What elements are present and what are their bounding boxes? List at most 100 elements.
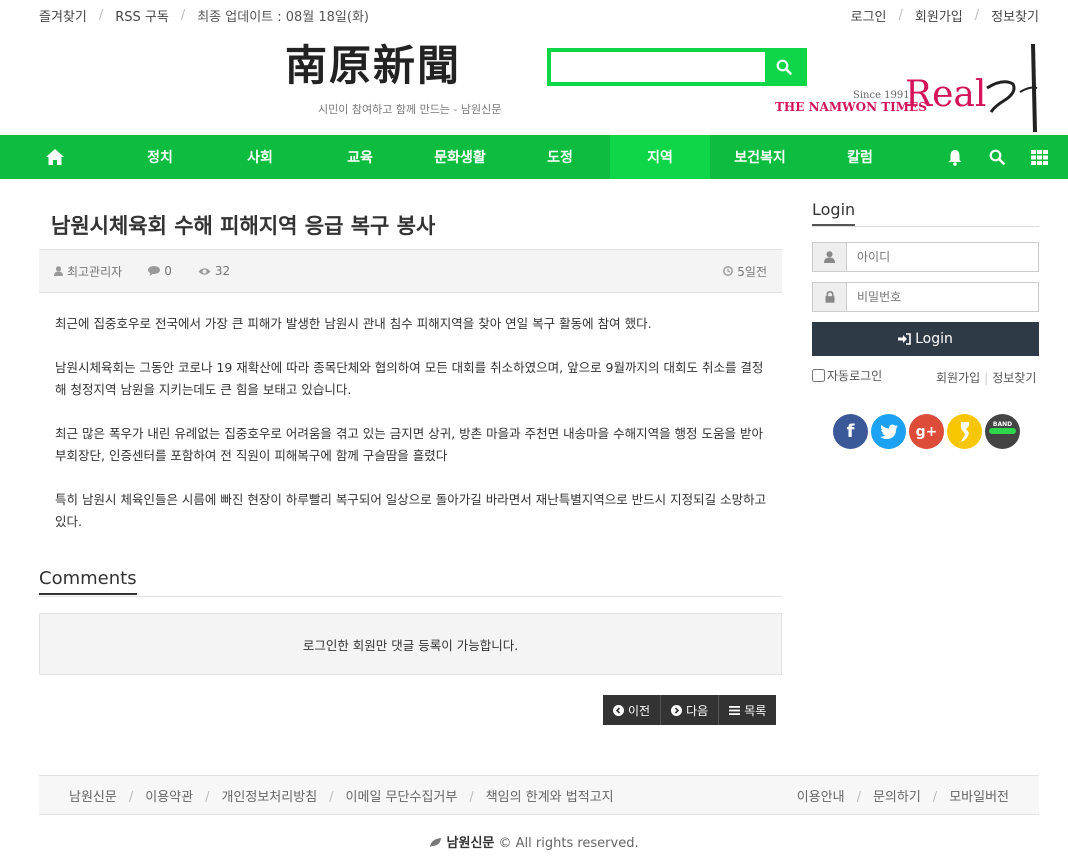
divider: / <box>469 789 474 805</box>
author-meta: 최고관리자 <box>54 263 122 280</box>
view-count: 32 <box>214 264 231 278</box>
twitter-bird-icon <box>879 424 898 439</box>
find-info-link[interactable]: 정보찾기 <box>991 6 1039 25</box>
last-update: 최종 업데이트 : 08월 18일(화) <box>197 9 369 25</box>
login-password-field <box>812 282 1039 312</box>
eye-icon <box>198 267 211 275</box>
password-input[interactable] <box>847 283 1038 311</box>
nav-item-culture[interactable]: 문화생활 <box>410 135 510 179</box>
comment-count: 0 <box>164 264 172 278</box>
divider: / <box>98 7 104 23</box>
auto-login-label: 자동로그인 <box>827 369 883 383</box>
footer-link-about[interactable]: 남원신문 <box>69 790 117 805</box>
nav-item-politics[interactable]: 정치 <box>110 135 210 179</box>
nav-item-education[interactable]: 교육 <box>310 135 410 179</box>
divider: / <box>128 789 134 805</box>
site-tagline: 시민이 참여하고 함께 만드는 - 남원신문 <box>318 103 502 116</box>
search-input[interactable] <box>551 52 765 82</box>
lock-icon <box>825 291 834 303</box>
footer-link-terms[interactable]: 이용약관 <box>145 790 193 805</box>
list-icon <box>729 705 741 715</box>
publish-date: 5일전 <box>737 264 767 279</box>
find-info-link[interactable]: 정보찾기 <box>992 371 1036 385</box>
band-icon[interactable]: BAND <box>985 414 1020 449</box>
footer-link-mobile[interactable]: 모바일버전 <box>949 790 1009 805</box>
nav-item-province[interactable]: 도정 <box>510 135 610 179</box>
bookmark-link[interactable]: 즐겨찾기 <box>39 6 87 25</box>
footer-link-guide[interactable]: 이용안내 <box>797 790 845 805</box>
bell-icon[interactable] <box>947 149 963 166</box>
footer-right: 이용안내 / 문의하기 / 모바일버전 <box>797 786 1009 805</box>
copyright: 남원신문 © All rights reserved. <box>0 832 1068 851</box>
signup-link[interactable]: 회원가입 <box>915 6 963 25</box>
comment-icon <box>148 266 161 276</box>
comments-divider <box>39 596 782 597</box>
copyright-text: © All rights reserved. <box>498 836 639 851</box>
real-banner[interactable]: Since 1991 THE NAMWON TIMES Real <box>775 40 1065 135</box>
divider: / <box>329 789 334 805</box>
nav-item-column[interactable]: 칼럼 <box>810 135 910 179</box>
article-meta: 최고관리자 0 32 5일전 <box>39 249 782 293</box>
list-button[interactable]: 목록 <box>719 695 777 725</box>
footer-links: 남원신문 / 이용약관 / 개인정보처리방침 / 이메일 무단수집거부 / 책임의 한계와 법적… <box>39 775 1039 815</box>
article-title: 남원시체육회 수해 피해지역 응급 복구 봉사 <box>51 214 436 238</box>
nav-item-society[interactable]: 사회 <box>210 135 310 179</box>
auto-login-checkbox[interactable] <box>812 369 825 382</box>
login-link[interactable]: 로그인 <box>851 6 887 25</box>
divider: / <box>898 7 903 23</box>
top-bar: 즐겨찾기 / RSS 구독 / 최종 업데이트 : 08월 18일(화) 로그인… <box>39 0 1039 30</box>
date-meta: 5일전 <box>723 263 767 280</box>
copyright-brand: 남원신문 <box>446 836 495 851</box>
footer-link-contact[interactable]: 문의하기 <box>873 790 921 805</box>
view-count-meta: 32 <box>198 264 230 278</box>
id-input[interactable] <box>847 243 1038 271</box>
article-pager: 이전 다음 목록 <box>603 695 777 725</box>
author-name: 최고관리자 <box>67 264 123 279</box>
googleplus-icon[interactable]: g+ <box>909 414 944 449</box>
login-heading: Login <box>812 200 856 226</box>
login-divider <box>812 226 1039 227</box>
login-button[interactable]: Login <box>812 322 1039 356</box>
footer-link-legal[interactable]: 책임의 한계와 법적고지 <box>486 790 614 805</box>
divider: / <box>932 789 938 805</box>
article-paragraph: 남원시체육회는 그동안 코로나 19 재확산에 따라 종목단체와 협의하여 모든… <box>55 360 764 397</box>
comment-login-notice: 로그인한 회원만 댓글 등록이 가능합니다. <box>39 613 782 675</box>
facebook-icon[interactable]: f <box>833 414 868 449</box>
band-glyph-icon: BAND <box>989 421 1016 434</box>
kakaostory-icon[interactable] <box>947 414 982 449</box>
signup-link[interactable]: 회원가입 <box>936 371 980 385</box>
prev-button[interactable]: 이전 <box>603 695 662 725</box>
leaf-icon <box>430 838 442 847</box>
user-icon-box <box>813 243 847 271</box>
article-paragraph: 특히 남원시 체육인들은 시름에 빠진 현장이 하루빨리 복구되어 일상으로 돌… <box>55 492 767 529</box>
calligraphy-mark <box>986 43 1038 133</box>
article-paragraph: 최근에 집중호우로 전국에서 가장 큰 피해가 발생한 남원시 관내 침수 피해… <box>55 316 652 331</box>
next-button[interactable]: 다음 <box>661 695 720 725</box>
search-icon[interactable] <box>989 149 1005 165</box>
home-button[interactable] <box>0 135 110 179</box>
comments-heading: Comments <box>39 568 137 595</box>
logo-text: 南原新聞 <box>285 41 462 90</box>
divider: / <box>856 789 861 805</box>
comment-count-meta: 0 <box>148 264 172 278</box>
nav-item-region[interactable]: 지역 <box>610 135 710 179</box>
user-icon <box>54 266 63 276</box>
auto-login[interactable]: 자동로그인 <box>812 367 882 384</box>
twitter-icon[interactable] <box>871 414 906 449</box>
login-links: 회원가입 | 정보찾기 <box>936 369 1036 386</box>
footer-link-email-policy[interactable]: 이메일 무단수집거부 <box>346 790 458 805</box>
article-paragraph: 최근 많은 폭우가 내린 유례없는 집중호우로 어려움을 겪고 있는 금지면 상… <box>55 426 763 463</box>
nav-item-health-welfare[interactable]: 보건복지 <box>710 135 810 179</box>
site-logo[interactable]: 南原新聞 <box>285 40 500 92</box>
prev-label: 이전 <box>628 703 651 718</box>
user-icon <box>824 251 835 263</box>
main-nav: 정치 사회 교육 문화생활 도정 지역 보건복지 칼럼 <box>0 135 1068 179</box>
nav-right-icons <box>947 135 1048 179</box>
divider: / <box>205 789 210 805</box>
list-label: 목록 <box>744 703 767 718</box>
chevron-right-icon <box>671 704 683 716</box>
divider: / <box>180 7 186 23</box>
footer-link-privacy[interactable]: 개인정보처리방침 <box>221 790 317 805</box>
grid-menu-icon[interactable] <box>1031 149 1048 165</box>
rss-link[interactable]: RSS 구독 <box>115 6 169 25</box>
